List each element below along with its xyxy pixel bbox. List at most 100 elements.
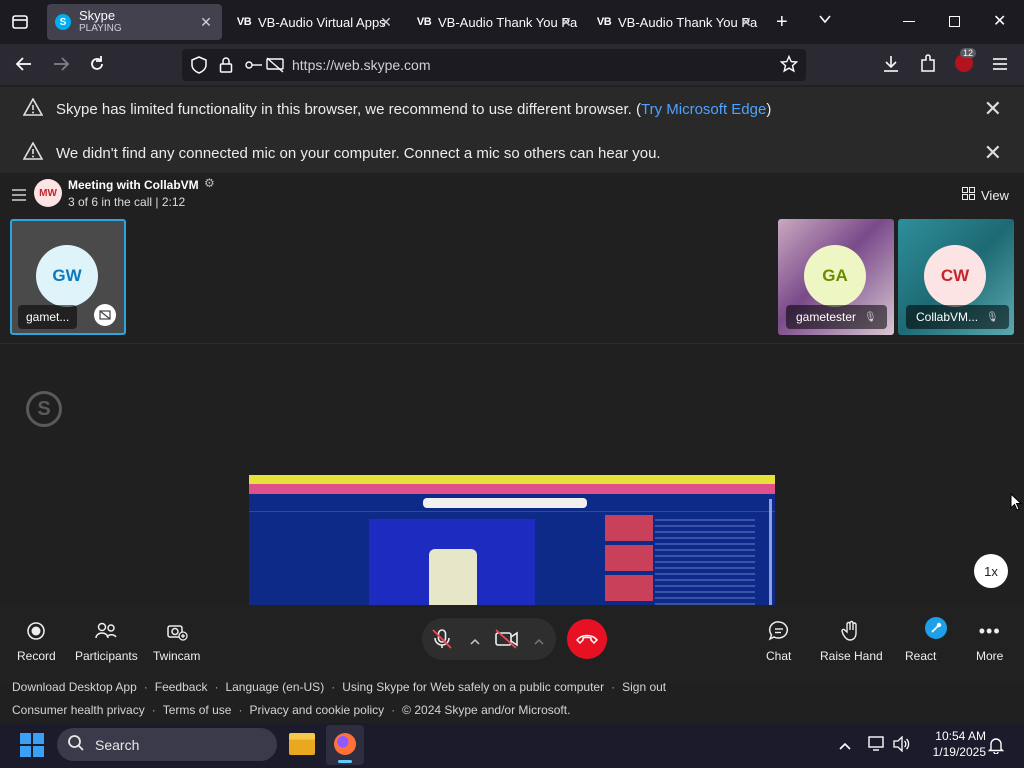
windows-start-icon[interactable] <box>20 733 44 757</box>
participant-name: gamet... <box>18 305 78 329</box>
separator: · <box>151 703 156 717</box>
raise-hand-button[interactable]: Raise Hand <box>820 619 883 663</box>
browser-warning-banner: Skype has limited functionality in this … <box>0 87 1024 131</box>
dismiss-browser-warning-icon[interactable]: ✕ <box>984 96 1002 122</box>
avatar: GA <box>804 245 866 307</box>
hang-up-icon <box>576 634 598 645</box>
playback-speed-button[interactable]: 1x <box>974 554 1008 588</box>
show-hidden-icons-chevron[interactable] <box>838 738 852 756</box>
bookmark-star-icon[interactable] <box>779 54 799 78</box>
react-button[interactable]: React <box>905 617 947 663</box>
skype-footer: Download Desktop App · Feedback · Language… <box>0 680 1024 723</box>
avatar: GW <box>36 245 98 307</box>
stage-divider <box>0 343 1024 344</box>
participant-name-text: gametester <box>796 310 857 324</box>
camera-off-button[interactable] <box>494 627 520 656</box>
participant-tile-self[interactable]: GW gamet... <box>10 219 126 335</box>
more-button[interactable]: ••• More <box>976 619 1004 664</box>
raise-hand-icon <box>841 619 861 643</box>
file-explorer-icon[interactable] <box>289 733 315 755</box>
language-link[interactable]: Language (en-US) <box>225 680 324 694</box>
firefox-view-icon[interactable] <box>11 13 29 36</box>
more-dots-icon: ••• <box>978 620 1001 641</box>
chat-icon <box>768 619 790 643</box>
feedback-link[interactable]: Feedback <box>155 680 208 694</box>
participants-button[interactable]: Participants <box>75 619 138 663</box>
record-button[interactable]: Record <box>17 619 56 663</box>
hang-up-button[interactable] <box>567 619 607 659</box>
close-tab-icon[interactable]: ✕ <box>738 14 754 30</box>
footer-links-row-1: Download Desktop App · Feedback · Language… <box>12 680 666 694</box>
close-window-button[interactable]: ✕ <box>993 11 1006 31</box>
call-controls: Record Participants Twincam Chat Raise H… <box>0 605 1024 683</box>
taskbar-search-box[interactable]: Search <box>57 728 277 761</box>
tab-skype[interactable]: S Skype PLAYING ✕ <box>47 4 222 40</box>
twincam-button[interactable]: Twincam <box>153 619 200 663</box>
privacy-cookie-policy-link[interactable]: Privacy and cookie policy <box>249 703 384 717</box>
camera-off-icon[interactable] <box>94 304 116 326</box>
clock-time: 10:54 AM <box>935 729 986 743</box>
record-icon <box>26 619 46 643</box>
downloads-icon[interactable] <box>882 54 900 79</box>
participant-name-text: CollabVM... <box>916 310 979 324</box>
meeting-title[interactable]: Meeting with CollabVM <box>68 178 199 192</box>
more-label: More <box>976 649 1004 663</box>
close-tab-icon[interactable]: ✕ <box>198 14 214 30</box>
vb-audio-icon: VB <box>236 16 252 28</box>
minimize-window-button[interactable] <box>903 21 915 22</box>
camera-options-chevron-icon[interactable] <box>533 634 545 652</box>
copyright-text: © 2024 Skype and/or Microsoft. <box>402 703 571 717</box>
hamburger-icon[interactable] <box>12 188 26 206</box>
separator: · <box>391 703 396 717</box>
dismiss-mic-warning-icon[interactable]: ✕ <box>984 140 1002 166</box>
tab-vb-audio-apps[interactable]: VB VB-Audio Virtual Apps ✕ <box>230 4 402 40</box>
permissions-icon[interactable] <box>245 58 263 77</box>
url-bar[interactable]: https://web.skype.com <box>182 49 806 81</box>
tab-vb-audio-thank-you-1[interactable]: VB VB-Audio Thank You Pa ✕ <box>410 4 582 40</box>
mic-options-chevron-icon[interactable] <box>469 634 481 652</box>
close-tab-icon[interactable]: ✕ <box>558 14 574 30</box>
shared-scrollbar <box>769 499 772 609</box>
twincam-label: Twincam <box>153 649 201 663</box>
network-icon[interactable] <box>868 736 886 757</box>
restore-window-button[interactable] <box>949 16 960 27</box>
extensions-icon[interactable] <box>919 54 937 79</box>
settings-gear-icon[interactable]: ⚙ <box>204 176 215 190</box>
consumer-health-privacy-link[interactable]: Consumer health privacy <box>12 703 145 717</box>
tracking-shield-icon[interactable] <box>191 56 207 79</box>
warning-suffix: ) <box>766 100 772 118</box>
chat-button[interactable]: Chat <box>766 619 791 663</box>
participant-tile-collabvm[interactable]: CW CollabVM... 🎙︎ <box>898 219 1014 335</box>
sign-out-link[interactable]: Sign out <box>622 680 666 694</box>
list-all-tabs-icon[interactable] <box>818 12 832 31</box>
try-edge-link[interactable]: Try Microsoft Edge <box>641 101 766 118</box>
lock-icon[interactable] <box>219 56 233 79</box>
url-text[interactable]: https://web.skype.com <box>292 57 431 73</box>
separator: · <box>143 680 148 694</box>
forward-icon[interactable] <box>51 54 71 79</box>
volume-icon[interactable] <box>892 735 910 757</box>
view-button[interactable]: View <box>962 187 1009 203</box>
react-icon <box>907 617 947 643</box>
mic-muted-icon: 🎙︎ <box>864 311 877 323</box>
screen-share-blocked-icon[interactable] <box>266 57 284 78</box>
participant-name: CollabVM... 🎙︎ <box>906 305 1009 329</box>
reload-icon[interactable] <box>87 54 107 79</box>
clock[interactable]: 10:54 AM 1/19/2025 <box>922 728 986 760</box>
notification-bell-icon[interactable] <box>987 736 1005 759</box>
new-tab-button[interactable]: + <box>776 11 788 34</box>
terms-of-use-link[interactable]: Terms of use <box>163 703 232 717</box>
firefox-taskbar-button[interactable] <box>326 725 364 765</box>
menu-icon[interactable] <box>992 57 1008 76</box>
vb-audio-icon: VB <box>596 16 612 28</box>
mic-off-button[interactable] <box>430 627 454 656</box>
addon-icon[interactable]: 12 <box>955 48 977 72</box>
close-tab-icon[interactable]: ✕ <box>378 14 394 30</box>
public-computer-safety-link[interactable]: Using Skype for Web safely on a public c… <box>342 680 604 694</box>
participant-tile-gametester[interactable]: GA gametester 🎙︎ <box>778 219 894 335</box>
back-icon[interactable] <box>14 54 34 79</box>
voxel-character <box>429 549 477 613</box>
tab-playing-label: PLAYING <box>79 23 122 34</box>
download-desktop-app-link[interactable]: Download Desktop App <box>12 680 137 694</box>
tab-vb-audio-thank-you-2[interactable]: VB VB-Audio Thank You Pa ✕ <box>590 4 762 40</box>
